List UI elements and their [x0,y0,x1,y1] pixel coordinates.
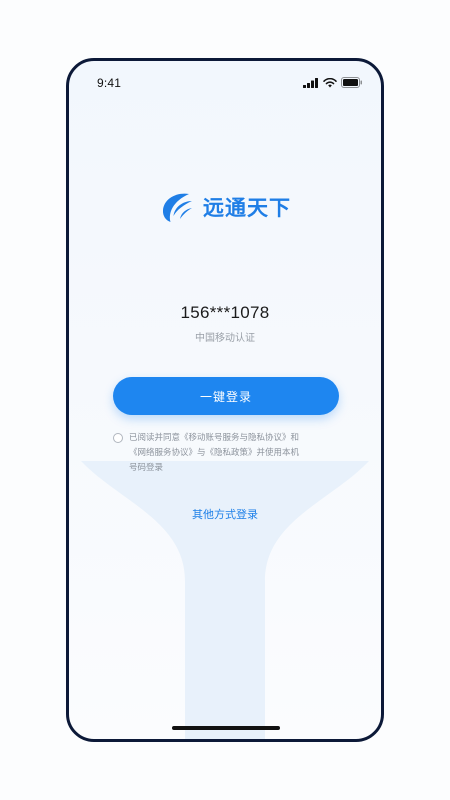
wifi-icon [323,77,337,87]
battery-icon [341,77,362,88]
phone-frame: 9:41 远通天下 156***1078 中国移动认证 一键登录 已阅读并同意《… [66,58,384,742]
brand-header: 远通天下 [69,189,381,225]
agreement-line[interactable]: 已阅读并同意《移动账号服务与隐私协议》和 [129,431,343,446]
home-indicator[interactable] [172,726,280,730]
status-time: 9:41 [97,76,122,90]
masked-phone-number: 156***1078 [180,303,270,322]
agreement-text: 已阅读并同意《移动账号服务与隐私协议》和 《网络服务协议》与《隐私政策》并使用本… [129,431,343,476]
agreement-radio-checkbox[interactable] [113,433,123,443]
other-login-methods-link[interactable]: 其他方式登录 [69,506,381,522]
status-icons [303,77,363,88]
agreement-line[interactable]: 《网络服务协议》与《隐私政策》并使用本机 [129,446,343,461]
one-click-login-button[interactable]: 一键登录 [113,377,339,415]
screen-background: 9:41 远通天下 156***1078 中国移动认证 一键登录 已阅读并同意《… [0,0,450,800]
brand-name: 远通天下 [203,196,291,220]
brand-wave-logo-icon [162,193,192,222]
carrier-auth-label: 中国移动认证 [195,333,255,344]
status-bar: 9:41 [69,61,381,105]
agreement-line: 号码登录 [129,463,164,473]
signal-icon [303,77,318,88]
